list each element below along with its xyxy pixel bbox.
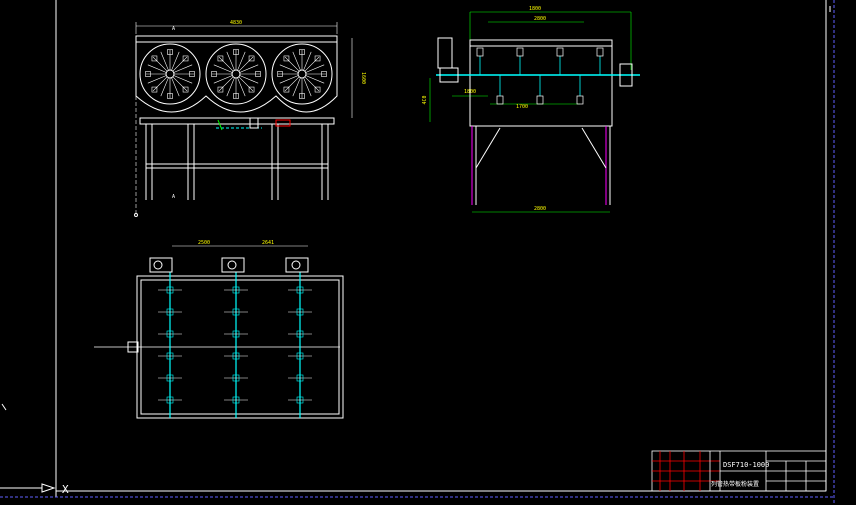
- cad-drawing-canvas[interactable]: X 4830 1600 A A 1800 2800 1800 1700 4C0 …: [0, 0, 856, 505]
- rotor-spoke: [152, 76, 168, 92]
- side-overall-dimension: 1800: [529, 6, 541, 12]
- side-paddle-blade: [516, 47, 524, 57]
- side-view[interactable]: 1800 2800 1800 1700 4C0 2800: [422, 6, 640, 213]
- side-paddle-blade: [536, 95, 544, 105]
- rotor-spoke: [218, 76, 234, 92]
- rotor-spoke: [218, 56, 234, 72]
- drawing-name: 列管热带板粉装置: [711, 480, 759, 488]
- sheet-frame: [0, 0, 835, 505]
- front-height-dimension: 1600: [360, 72, 366, 84]
- side-paddle-blade: [476, 47, 484, 57]
- side-paddle-blade: [596, 47, 604, 57]
- rotor-spoke: [172, 76, 188, 92]
- side-shaft-dimension: 1700: [516, 104, 528, 110]
- rotor-spoke: [304, 56, 320, 72]
- rotor-spoke: [304, 76, 320, 92]
- front-width-dimension: 4830: [230, 20, 242, 26]
- plan-view[interactable]: 2500 2641: [94, 240, 344, 419]
- rotor-spoke: [238, 76, 254, 92]
- side-paddle-blade: [576, 95, 584, 105]
- plan-pitch-1: 2500: [198, 240, 210, 246]
- title-block: DSF710-1000 列管热带板粉装置: [651, 450, 827, 492]
- side-offset-dimension: 4C0: [422, 95, 428, 104]
- section-mark-lower: A: [172, 194, 175, 200]
- side-inner-dimension: 2800: [534, 16, 546, 22]
- front-view[interactable]: 4830 1600 A A: [134, 20, 367, 217]
- ucs-x-label: X: [62, 483, 69, 496]
- side-paddle-blade: [496, 95, 504, 105]
- plan-pitch-2: 2641: [262, 240, 274, 246]
- rotor-spoke: [172, 56, 188, 72]
- ucs-icon: X: [0, 403, 69, 496]
- drawing-number: DSF710-1000: [723, 461, 769, 469]
- side-paddle-blade: [556, 47, 564, 57]
- rotor-spoke: [284, 56, 300, 72]
- section-mark-upper: A: [172, 26, 175, 32]
- rotor-spoke: [152, 56, 168, 72]
- rotor-spoke: [238, 56, 254, 72]
- rotor-spoke: [284, 76, 300, 92]
- side-base-dimension: 2800: [534, 206, 546, 212]
